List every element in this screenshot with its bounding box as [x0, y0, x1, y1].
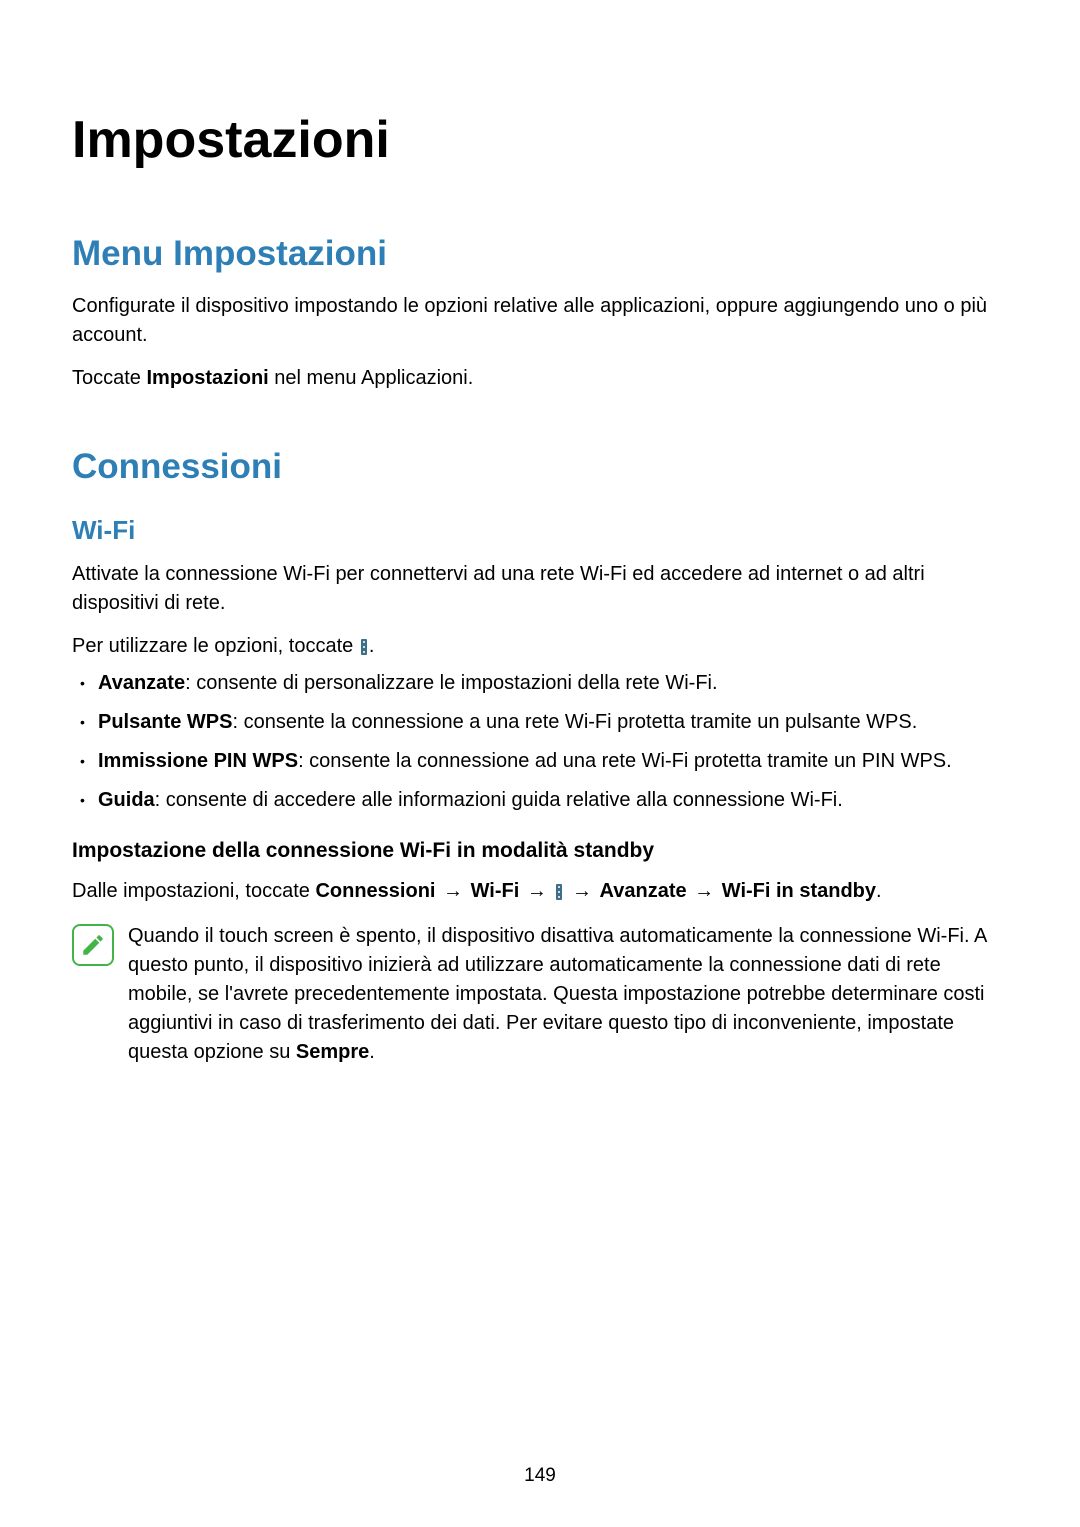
wifi-standby-path: Dalle impostazioni, toccate Connessioni …: [72, 877, 1008, 906]
page-number: 149: [0, 1465, 1080, 1487]
path-pre: Dalle impostazioni, toccate: [72, 880, 315, 902]
list-item-rest: : consente la connessione ad una rete Wi…: [298, 750, 952, 772]
wifi-p2-post: .: [369, 635, 375, 657]
list-item-rest: : consente di personalizzare le impostaz…: [185, 672, 717, 694]
path-connessioni: Connessioni: [315, 880, 435, 902]
section1-p2-post: nel menu Applicazioni.: [269, 367, 474, 389]
path-avanzate: Avanzate: [600, 880, 687, 902]
section1-p1: Configurate il dispositivo impostando le…: [72, 292, 1008, 350]
list-item-bold: Avanzate: [98, 672, 185, 694]
note-t2: .: [369, 1041, 375, 1063]
list-item-bold: Pulsante WPS: [98, 711, 232, 733]
list-item: Avanzate: consente di personalizzare le …: [98, 669, 1008, 698]
wifi-heading: Wi-Fi: [72, 515, 1008, 546]
wifi-standby-heading: Impostazione della connessione Wi-Fi in …: [72, 839, 1008, 863]
section1-p2-pre: Toccate: [72, 367, 146, 389]
note-icon: [72, 924, 114, 966]
list-item: Guida: consente di accedere alle informa…: [98, 786, 1008, 815]
page-title: Impostazioni: [72, 110, 1008, 170]
section-menu-impostazioni-title: Menu Impostazioni: [72, 234, 1008, 274]
wifi-p2: Per utilizzare le opzioni, toccate .: [72, 632, 1008, 661]
list-item-rest: : consente la connessione a una rete Wi-…: [232, 711, 917, 733]
arrow-icon: →: [521, 880, 552, 902]
path-post: .: [876, 880, 882, 902]
list-item: Pulsante WPS: consente la connessione a …: [98, 708, 1008, 737]
wifi-options-list: Avanzate: consente di personalizzare le …: [72, 669, 1008, 815]
section1-p2: Toccate Impostazioni nel menu Applicazio…: [72, 364, 1008, 393]
wifi-p1: Attivate la connessione Wi-Fi per connet…: [72, 560, 1008, 618]
section1-p2-bold: Impostazioni: [146, 367, 268, 389]
path-wifi-standby: Wi-Fi in standby: [722, 880, 876, 902]
path-wifi: Wi-Fi: [471, 880, 520, 902]
arrow-icon: →: [689, 880, 720, 902]
note-t1: Quando il touch screen è spento, il disp…: [128, 925, 986, 1063]
list-item-bold: Immissione PIN WPS: [98, 750, 298, 772]
list-item-rest: : consente di accedere alle informazioni…: [155, 789, 843, 811]
note-text: Quando il touch screen è spento, il disp…: [128, 922, 1008, 1067]
menu-dots-icon: [361, 639, 367, 655]
arrow-icon: →: [566, 880, 597, 902]
section-connessioni-title: Connessioni: [72, 447, 1008, 487]
list-item-bold: Guida: [98, 789, 155, 811]
note-bold: Sempre: [296, 1041, 369, 1063]
pencil-note-icon: [80, 932, 106, 958]
list-item: Immissione PIN WPS: consente la connessi…: [98, 747, 1008, 776]
arrow-icon: →: [437, 880, 468, 902]
menu-dots-icon: [556, 884, 562, 900]
note-block: Quando il touch screen è spento, il disp…: [72, 922, 1008, 1067]
wifi-p2-pre: Per utilizzare le opzioni, toccate: [72, 635, 359, 657]
